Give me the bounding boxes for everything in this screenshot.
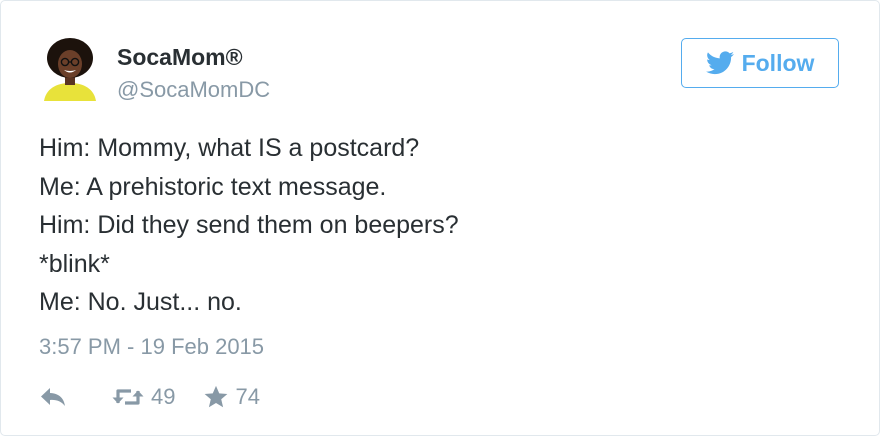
avatar[interactable] (38, 37, 102, 101)
tweet-line: Me: A prehistoric text message. (39, 172, 387, 201)
follow-button[interactable]: Follow (681, 38, 839, 88)
tweet-card: SocaMom® @SocaMomDC Follow Him: Mommy, w… (0, 0, 880, 436)
handle[interactable]: @SocaMomDC (117, 77, 270, 103)
tweet-actions: 49 74 (39, 383, 260, 411)
favorite-button[interactable]: 74 (203, 384, 260, 410)
favorite-count: 74 (235, 384, 260, 409)
retweet-icon (112, 389, 144, 405)
tweet-line: Me: No. Just... no. (39, 288, 242, 316)
display-name[interactable]: SocaMom® (117, 43, 243, 71)
tweet-line: *blink* (39, 249, 110, 278)
follow-label: Follow (741, 50, 815, 76)
star-icon (205, 385, 228, 408)
retweet-count: 49 (151, 384, 176, 409)
avatar-image (38, 37, 102, 101)
tweet-text: Him: Mommy, what IS a postcard? Me: A pr… (39, 129, 839, 322)
twitter-bird-icon (705, 51, 734, 75)
tweet-timestamp[interactable]: 3:57 PM - 19 Feb 2015 (39, 334, 264, 360)
tweet-line: Him: Did they send them on beepers? (39, 211, 459, 239)
reply-button[interactable] (39, 386, 67, 408)
tweet-line: Him: Mommy, what IS a postcard? (39, 134, 420, 162)
retweet-button[interactable]: 49 (111, 384, 175, 410)
reply-icon (41, 388, 65, 406)
